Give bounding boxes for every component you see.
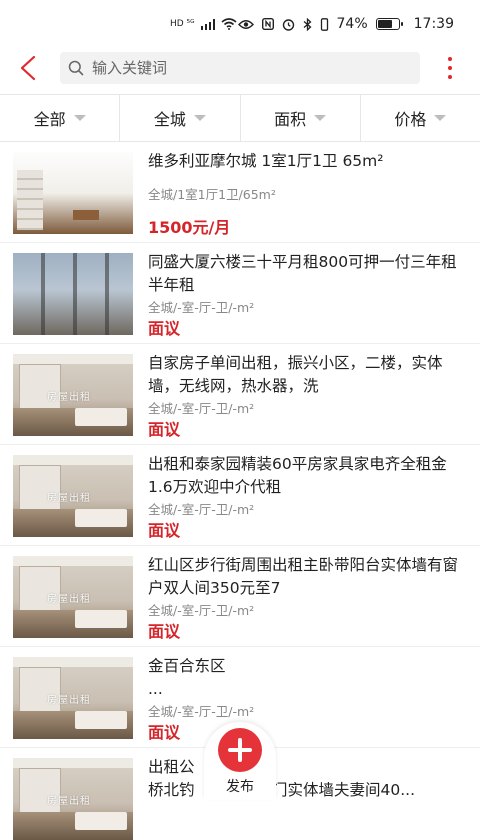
signal-icon: [200, 18, 215, 30]
listing-meta: 全城/-室-厅-卫/-m²: [148, 401, 255, 416]
clock: 17:39: [413, 16, 454, 32]
watermark-text: 房屋出租: [47, 695, 91, 706]
watermark-text: 房屋出租: [47, 493, 91, 504]
listing-meta: 全城/-室-厅-卫/-m²: [148, 603, 255, 618]
network-indicators: HD ⁵ᴳ: [170, 18, 237, 30]
listing-title: 出租和泰家园精装60平房家具家电齐全租金1.6万欢迎中介代租: [148, 455, 447, 496]
more-dots-icon: [448, 57, 452, 61]
listing-meta: 全城/-室-厅-卫/-m²: [148, 300, 255, 315]
listing-thumbnail: 房屋出租: [13, 657, 133, 739]
listing-thumbnail: 房屋出租: [13, 354, 133, 436]
listing-price: 面议: [148, 622, 181, 641]
caret-down-icon: [434, 115, 447, 121]
nfc-icon: [261, 18, 274, 30]
listing-item[interactable]: 同盛大厦六楼三十平月租800可押一付三年租半年租 全城/-室-厅-卫/-m² 面…: [0, 243, 480, 344]
listing-thumbnail: 房屋出租: [13, 758, 133, 840]
filter-all[interactable]: 全部: [0, 95, 121, 141]
wifi-icon: [221, 18, 237, 30]
listing-meta: 全城/-室-厅-卫/-m²: [148, 704, 255, 719]
listing-thumbnail: [13, 152, 133, 234]
caret-down-icon: [314, 115, 327, 121]
listing-meta: 全城/1室1厅1卫/65m²: [148, 187, 276, 202]
listing-title: 自家房子单间出租，振兴小区，二楼，实体墙，无线网，热水器，洗: [148, 354, 443, 395]
battery-percent: 74%: [336, 16, 368, 32]
back-button[interactable]: [14, 54, 42, 82]
search-icon: [68, 60, 84, 76]
more-options-button[interactable]: [440, 54, 460, 82]
listing-item[interactable]: 房屋出租 出租和泰家园精装60平房家具家电齐全租金1.6万欢迎中介代租 全城/-…: [0, 445, 480, 546]
vibrate-icon: [320, 17, 328, 31]
app-header: [0, 42, 480, 94]
listing-thumbnail: 房屋出租: [13, 455, 133, 537]
caret-down-icon: [73, 115, 86, 121]
listing-meta: 全城/-室-厅-卫/-m²: [148, 502, 255, 517]
listing-item[interactable]: 房屋出租 红山区步行街周围出租主卧带阳台实体墙有窗户双人间350元至7 全城/-…: [0, 546, 480, 647]
listing-title: 同盛大厦六楼三十平月租800可押一付三年租半年租: [148, 253, 457, 294]
listing-title: 红山区步行街周围出租主卧带阳台实体墙有窗户双人间350元至7: [148, 556, 459, 597]
network-icon: HD ⁵ᴳ: [170, 19, 195, 29]
caret-down-icon: [193, 115, 206, 121]
filter-label: 全城: [153, 110, 186, 129]
battery-icon: [375, 18, 403, 30]
publish-label: 发布: [226, 779, 254, 795]
filter-label: 全部: [33, 110, 66, 129]
listing-price: 面议: [148, 723, 181, 742]
listing-thumbnail: 房屋出租: [13, 556, 133, 638]
filter-area-city[interactable]: 全城: [120, 95, 241, 141]
listing-list: 维多利亚摩尔城 1室1厅1卫 65m² 全城/1室1厅1卫/65m² 1500元…: [0, 142, 480, 840]
search-input[interactable]: [90, 58, 414, 78]
listing-item[interactable]: 房屋出租 自家房子单间出租，振兴小区，二楼，实体墙，无线网，热水器，洗 全城/-…: [0, 344, 480, 445]
listing-price: 面议: [148, 420, 181, 439]
filter-label: 价格: [394, 110, 427, 129]
search-bar[interactable]: [60, 52, 420, 84]
publish-button[interactable]: 发布: [200, 722, 280, 800]
eye-icon: [237, 19, 254, 29]
listing-title: 出租公 桥北钓 北门实体墙夫妻间40...: [148, 758, 416, 799]
watermark-text: 房屋出租: [47, 594, 91, 605]
watermark-text: 房屋出租: [47, 392, 91, 403]
filter-size[interactable]: 面积: [241, 95, 361, 141]
filter-label: 面积: [274, 110, 307, 129]
listing-title: 金百合东区 ...: [148, 657, 226, 698]
listing-price: 面议: [148, 521, 181, 540]
listing-price: 面议: [148, 319, 181, 338]
listing-thumbnail: [13, 253, 133, 335]
filter-bar: 全部 全城 面积 价格: [0, 94, 480, 142]
listing-title: 维多利亚摩尔城 1室1厅1卫 65m²: [148, 152, 384, 170]
system-indicators: 74% 17:39: [237, 16, 454, 32]
plus-icon: [218, 728, 262, 772]
listing-price: 1500元/月: [148, 218, 231, 237]
bluetooth-icon: [303, 17, 311, 31]
chevron-left-icon: [20, 55, 36, 81]
filter-price[interactable]: 价格: [361, 95, 480, 141]
alarm-icon: [282, 18, 294, 31]
listing-item[interactable]: 维多利亚摩尔城 1室1厅1卫 65m² 全城/1室1厅1卫/65m² 1500元…: [0, 142, 480, 243]
